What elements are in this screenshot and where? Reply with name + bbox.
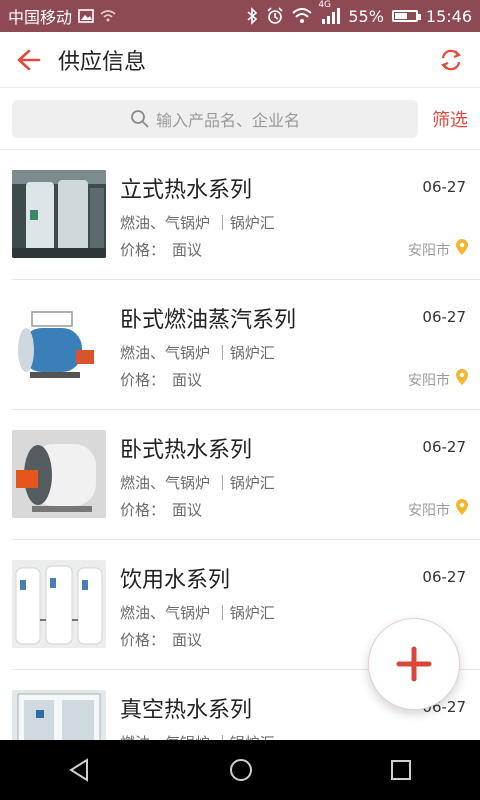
search-input[interactable]: 输入产品名、企业名 (12, 99, 418, 138)
filter-button[interactable]: 筛选 (432, 106, 468, 132)
price-label: 价格： (120, 501, 166, 519)
price-label: 价格： (120, 631, 166, 649)
product-image (12, 690, 106, 740)
wifi-icon (292, 8, 312, 24)
back-button[interactable] (0, 32, 58, 88)
list-item[interactable]: 立式热水系列 06-27 燃油、气锅炉 ｜锅炉汇 价格： 面议 安阳市 (0, 150, 480, 280)
item-city: 安阳市 (408, 503, 450, 519)
app-header: 供应信息 (0, 32, 480, 88)
item-meta: 燃油、气锅炉 ｜锅炉汇 (120, 604, 275, 622)
product-image (12, 560, 106, 648)
price-value: 面议 (172, 241, 203, 259)
list-item[interactable]: 卧式燃油蒸汽系列 06-27 燃油、气锅炉 ｜锅炉汇 价格： 面议 安阳市 (0, 280, 480, 410)
item-meta: 燃油、气锅炉 ｜锅炉汇 (120, 344, 275, 362)
item-title: 立式热水系列 (120, 178, 253, 203)
nav-home-icon[interactable] (228, 757, 254, 783)
status-left: 中国移动 (8, 4, 116, 28)
item-date: 06-27 (422, 178, 466, 196)
product-image (12, 170, 106, 258)
location-pin-icon (456, 369, 468, 385)
item-title: 卧式热水系列 (120, 438, 253, 463)
back-arrow-icon (17, 49, 41, 70)
battery-icon (391, 10, 421, 22)
network-type-label: 4G (318, 0, 332, 10)
product-image (12, 430, 106, 518)
alarm-icon (266, 7, 284, 25)
item-meta: 燃油、气锅炉 ｜锅炉汇 (120, 732, 275, 740)
status-right: 4G 55% 15:46 (246, 0, 472, 26)
price-value: 面议 (172, 501, 203, 519)
page-title: 供应信息 (58, 49, 147, 75)
price-label: 价格： (120, 371, 166, 389)
bluetooth-icon (246, 7, 258, 25)
price-value: 面议 (172, 371, 203, 389)
plus-icon (396, 646, 432, 682)
search-placeholder: 输入产品名、企业名 (155, 110, 300, 130)
item-city: 安阳市 (408, 373, 450, 389)
system-nav-bar (0, 740, 480, 800)
add-button[interactable] (368, 618, 460, 710)
search-bar: 输入产品名、企业名 筛选 (0, 88, 480, 150)
product-image (12, 300, 106, 388)
item-title: 卧式燃油蒸汽系列 (120, 308, 297, 333)
item-date: 06-27 (422, 308, 466, 326)
location-pin-icon (456, 499, 468, 515)
search-icon (131, 109, 149, 128)
price-label: 价格： (120, 241, 166, 259)
item-city: 安阳市 (408, 243, 450, 259)
price-value: 面议 (172, 631, 203, 649)
item-title: 真空热水系列 (120, 698, 253, 723)
battery-percent: 55% (348, 6, 384, 26)
clock: 15:46 (425, 6, 472, 26)
refresh-icon (441, 49, 461, 70)
item-date: 06-27 (422, 568, 466, 586)
refresh-button[interactable] (422, 32, 480, 88)
location-pin-icon (456, 239, 468, 255)
item-meta: 燃油、气锅炉 ｜锅炉汇 (120, 474, 275, 492)
item-meta: 燃油、气锅炉 ｜锅炉汇 (120, 214, 275, 232)
wifi-small-icon (100, 10, 116, 22)
item-date: 06-27 (422, 438, 466, 456)
gallery-icon (78, 9, 94, 23)
item-title: 饮用水系列 (120, 568, 231, 593)
status-bar: 中国移动 4G 55% 15:46 (0, 0, 480, 32)
nav-recents-icon[interactable] (389, 758, 413, 782)
signal-icon: 4G (318, 0, 341, 24)
list-item[interactable]: 卧式热水系列 06-27 燃油、气锅炉 ｜锅炉汇 价格： 面议 安阳市 (0, 410, 480, 540)
carrier-name: 中国移动 (8, 8, 73, 27)
nav-back-icon[interactable] (67, 757, 93, 783)
